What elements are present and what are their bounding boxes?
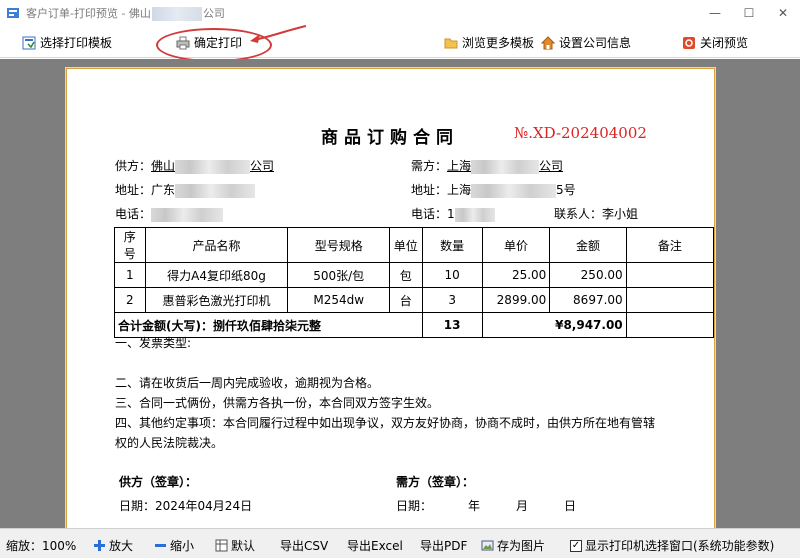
company-info-button[interactable]: 设置公司信息 — [541, 34, 631, 51]
app-icon — [7, 8, 19, 18]
status-bar: 缩放： 100% 放大 缩小 默认 导出CSV 导出Excel 导出PDF 存为图… — [0, 528, 800, 558]
buyer-address-field: 地址：上海 5号 — [411, 183, 576, 198]
export-csv-button[interactable]: 导出CSV — [280, 537, 328, 554]
maximize-button[interactable]: ☐ — [732, 0, 766, 26]
checkbox-checked-icon: ✓ — [570, 539, 582, 552]
redacted-text — [175, 183, 256, 198]
clause-acceptance: 二、请在收货后一周内完成验收，逾期视为合格。 — [115, 376, 380, 390]
export-pdf-button[interactable]: 导出PDF — [420, 537, 467, 554]
supplier-date: 日期：2024年04月24日 — [119, 499, 253, 513]
redacted-text — [151, 7, 202, 21]
table-row: 2 惠普彩色激光打印机 M254dw 台 3 2899.00 8697.00 — [114, 287, 715, 313]
redacted-text — [471, 159, 540, 174]
export-excel-button[interactable]: 导出Excel — [347, 537, 403, 554]
supplier-name-field: 供方：佛山 公司 — [115, 159, 275, 174]
supplier-phone-field: 电话： — [115, 205, 224, 222]
contact-field: 联系人：李小姐 — [554, 207, 639, 221]
order-items-table: 序号 产品名称 型号规格 单位 数量 单价 金额 备注 1 得力A4复印纸80g… — [114, 227, 715, 338]
buyer-name-field: 需方：上海 公司 — [411, 159, 564, 174]
redacted-text — [471, 183, 557, 198]
image-icon — [481, 539, 494, 552]
save-image-button[interactable]: 存为图片 — [481, 537, 545, 554]
clause-copies: 三、合同一式俩份，供需方各执一份，本合同双方签字生效。 — [115, 396, 440, 410]
contract-title: 商品订购合同 — [321, 128, 459, 148]
buyer-signature: 需方（签章）： — [396, 475, 475, 489]
toolbar: 选择打印模板 确定打印 浏览更多模板 设置公司信息 关闭预览 — [0, 28, 800, 58]
buyer-phone-field: 电话：1 — [411, 205, 495, 222]
contract-number: №.XD-202404002 — [514, 124, 647, 142]
table-total-row: 合计金额(大写)：捌仟玖佰肆拾柒元整 13 ¥8,947.00 — [114, 312, 715, 338]
title-bar: 客户订单-打印预览 - 佛山 公司 — ☐ ✕ — [0, 0, 800, 26]
zoom-out-button[interactable]: 缩小 — [154, 537, 194, 554]
folder-icon — [444, 36, 458, 50]
default-zoom-button[interactable]: 默认 — [215, 537, 255, 554]
preview-area[interactable]: 商品订购合同 №.XD-202404002 供方：佛山 公司 需方：上海 公司 地址… — [0, 59, 800, 528]
table-header-row: 序号 产品名称 型号规格 单位 数量 单价 金额 备注 — [114, 227, 715, 263]
zoom-display: 缩放： 100% — [6, 538, 77, 554]
template-icon — [22, 36, 36, 50]
minimize-button[interactable]: — — [698, 0, 732, 26]
supplier-address-field: 地址：广东 — [115, 181, 256, 198]
browse-templates-button[interactable]: 浏览更多模板 — [444, 34, 534, 51]
redacted-text — [454, 207, 495, 222]
home-icon — [541, 35, 555, 50]
clause-invoice: 一、发票类型: — [115, 336, 192, 350]
close-preview-button[interactable]: 关闭预览 — [682, 34, 748, 51]
select-template-button[interactable]: 选择打印模板 — [22, 34, 112, 51]
minus-icon — [154, 539, 167, 552]
supplier-signature: 供方（签章）： — [119, 475, 198, 489]
close-preview-icon — [682, 36, 696, 50]
show-printer-dialog-checkbox[interactable]: ✓ 显示打印机选择窗口(系统功能参数) — [570, 537, 774, 554]
redacted-text — [175, 159, 251, 174]
close-button[interactable]: ✕ — [766, 0, 800, 26]
window-title: 客户订单-打印预览 - 佛山 公司 — [26, 7, 225, 21]
grid-icon — [215, 539, 228, 552]
paper-page: 商品订购合同 №.XD-202404002 供方：佛山 公司 需方：上海 公司 地址… — [66, 68, 715, 528]
zoom-in-button[interactable]: 放大 — [93, 537, 133, 554]
annotation-arrow — [250, 25, 307, 43]
clause-disputes: 四、其他约定事项：本合同履行过程中如出现争议，双方友好协商，协商不成时，由供方所… — [115, 416, 656, 430]
redacted-text — [151, 207, 224, 222]
plus-icon — [93, 539, 106, 552]
table-row: 1 得力A4复印纸80g 500张/包 包 10 25.00 250.00 — [114, 262, 715, 288]
clause-disputes-cont: 权的人民法院裁决。 — [115, 436, 224, 450]
buyer-date: 日期：年月日 — [396, 499, 577, 513]
